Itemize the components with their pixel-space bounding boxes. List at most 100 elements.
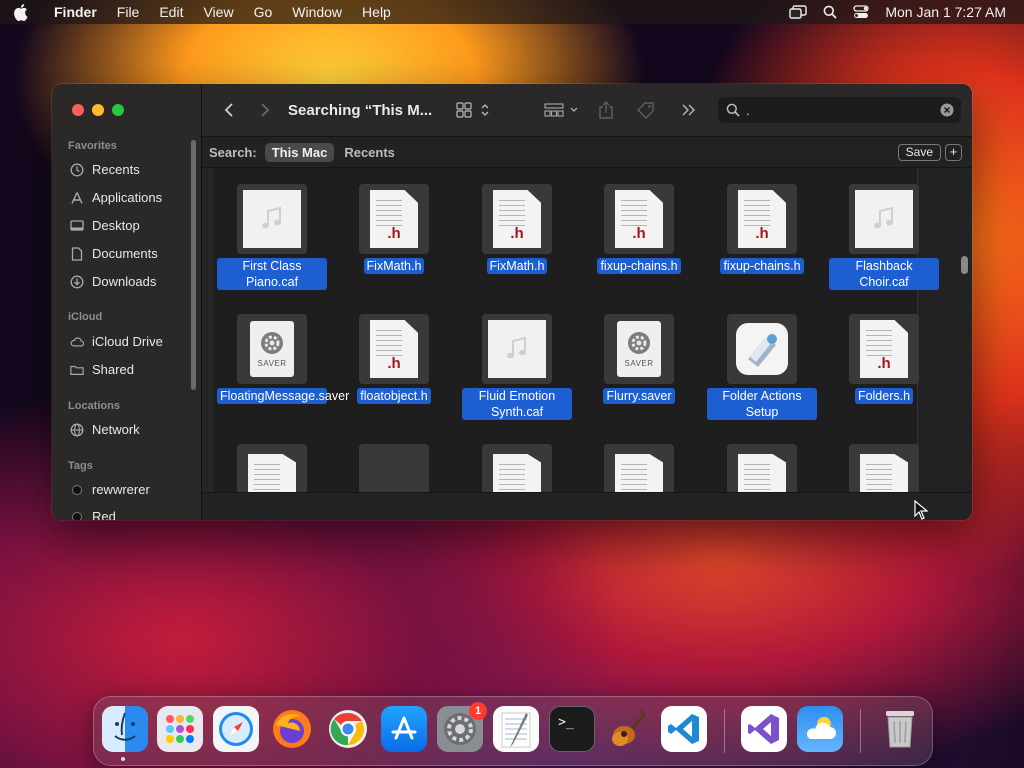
file-item[interactable] — [584, 444, 694, 492]
sidebar-item-network[interactable]: Network — [70, 422, 140, 437]
file-item[interactable]: Flashback Choir.caf — [829, 184, 939, 291]
safari-dock-icon[interactable] — [213, 706, 259, 752]
screen-mirroring-icon[interactable] — [789, 5, 808, 19]
menu-file[interactable]: File — [107, 4, 150, 20]
close-button[interactable] — [72, 104, 84, 116]
finder-running-indicator — [121, 757, 125, 761]
sidebar-item-applications[interactable]: Applications — [70, 190, 162, 205]
apple-menu-icon[interactable] — [14, 3, 34, 21]
launchpad-dock-icon[interactable] — [157, 706, 203, 752]
group-by-button[interactable] — [544, 103, 580, 117]
header-file-icon: .h — [359, 314, 429, 384]
more-toolbar-items-icon[interactable] — [682, 104, 696, 116]
firefox-dock-icon[interactable] — [269, 706, 315, 752]
zoom-button[interactable] — [112, 104, 124, 116]
menu-app-name[interactable]: Finder — [44, 4, 107, 20]
share-icon[interactable] — [598, 101, 614, 119]
file-item[interactable]: SAVER Flurry.saver — [584, 314, 694, 405]
trash-dock-icon[interactable] — [877, 706, 923, 752]
sidebar-item-documents[interactable]: Documents — [70, 246, 158, 261]
file-item[interactable]: SAVER FloatingMessage.saver — [217, 314, 349, 405]
search-query[interactable]: . — [746, 103, 750, 118]
cloud-icon — [70, 335, 84, 349]
menu-view[interactable]: View — [193, 4, 243, 20]
menu-window[interactable]: Window — [282, 4, 352, 20]
window-controls — [72, 104, 124, 116]
search-icon — [726, 103, 740, 117]
desktop-icon — [70, 219, 84, 233]
weather-dock-icon[interactable] — [797, 706, 843, 752]
file-item[interactable] — [829, 444, 939, 492]
sidebar-item-icloud-drive[interactable]: iCloud Drive — [70, 334, 163, 349]
file-name: First Class Piano.caf — [217, 258, 327, 290]
content-scrollbar[interactable] — [961, 256, 968, 274]
menu-help[interactable]: Help — [352, 4, 401, 20]
chrome-dock-icon[interactable] — [325, 706, 371, 752]
menu-clock[interactable]: Mon Jan 1 7:27 AM — [885, 4, 1006, 20]
terminal-dock-icon[interactable]: >_ — [549, 706, 595, 752]
sidebar-tag-rewwrerer[interactable]: rewwrerer — [70, 482, 150, 497]
control-center-icon[interactable] — [853, 5, 870, 19]
sidebar-scrollbar[interactable] — [191, 140, 196, 390]
sidebar-item-shared[interactable]: Shared — [70, 362, 134, 377]
file-item[interactable]: First Class Piano.caf — [217, 184, 327, 291]
file-item[interactable]: .h floatobject.h — [339, 314, 449, 405]
finder-dock-icon[interactable] — [102, 706, 148, 752]
search-results-grid: First Class Piano.caf .h FixMath.h .h Fi… — [202, 168, 972, 492]
file-item[interactable] — [217, 444, 327, 492]
save-search-button[interactable]: Save — [897, 144, 941, 161]
tag-icon[interactable] — [636, 101, 656, 119]
visual-studio-dock-icon[interactable] — [741, 706, 787, 752]
header-file-icon: .h — [727, 184, 797, 254]
textedit-dock-icon[interactable] — [493, 706, 539, 752]
scope-recents-button[interactable]: Recents — [344, 145, 395, 160]
header-file-icon — [604, 444, 674, 492]
file-item[interactable]: .h fixup-chains.h — [584, 184, 694, 275]
status-bar — [202, 492, 972, 520]
menu-edit[interactable]: Edit — [149, 4, 193, 20]
file-item[interactable]: Fluid Emotion Synth.caf — [462, 314, 572, 421]
file-item[interactable]: Folder Actions Setup — [707, 314, 817, 421]
file-item[interactable]: .h Folders.h — [829, 314, 939, 405]
minimize-button[interactable] — [92, 104, 104, 116]
audio-file-icon — [237, 184, 307, 254]
file-item[interactable]: .h FixMath.h — [339, 184, 449, 275]
file-name: fixup-chains.h — [720, 258, 804, 274]
applications-icon — [70, 191, 84, 205]
dock-separator — [724, 709, 725, 753]
header-file-icon: .h — [482, 184, 552, 254]
add-criteria-button[interactable]: + — [945, 144, 962, 161]
sidebar-item-downloads[interactable]: Downloads — [70, 274, 156, 289]
clear-search-icon[interactable] — [940, 103, 954, 117]
sidebar-tag-red[interactable]: Red — [70, 509, 116, 520]
download-icon — [70, 275, 84, 289]
screensaver-file-icon: SAVER — [237, 314, 307, 384]
finder-window: Favorites Recents Applications Desktop D… — [52, 84, 972, 520]
file-item[interactable] — [339, 444, 449, 492]
menu-bar: Finder File Edit View Go Window Help Mon… — [0, 0, 1024, 24]
menu-go[interactable]: Go — [244, 4, 283, 20]
back-button[interactable] — [224, 102, 234, 118]
sidebar-section-icloud: iCloud — [68, 311, 103, 323]
sidebar-item-desktop[interactable]: Desktop — [70, 218, 140, 233]
screensaver-file-icon: SAVER — [604, 314, 674, 384]
icon-view-button[interactable] — [456, 102, 490, 118]
scope-this-mac-button[interactable]: This Mac — [264, 142, 335, 162]
sidebar-item-label: Shared — [92, 362, 134, 377]
garageband-dock-icon[interactable] — [605, 706, 651, 752]
search-field[interactable]: . — [718, 97, 961, 123]
file-item[interactable] — [462, 444, 572, 492]
sidebar-section-locations: Locations — [68, 400, 120, 412]
file-item[interactable]: .h fixup-chains.h — [707, 184, 817, 275]
grid-left-margin — [202, 168, 214, 492]
file-name: floatobject.h — [357, 388, 431, 404]
file-item[interactable]: .h FixMath.h — [462, 184, 572, 275]
file-item[interactable] — [707, 444, 817, 492]
app-store-dock-icon[interactable] — [381, 706, 427, 752]
sidebar-section-favorites: Favorites — [68, 140, 117, 152]
spotlight-search-icon[interactable] — [823, 5, 837, 19]
sidebar-item-recents[interactable]: Recents — [70, 162, 140, 177]
forward-button[interactable] — [260, 102, 270, 118]
vscode-dock-icon[interactable] — [661, 706, 707, 752]
sidebar-item-label: Red — [92, 509, 116, 520]
